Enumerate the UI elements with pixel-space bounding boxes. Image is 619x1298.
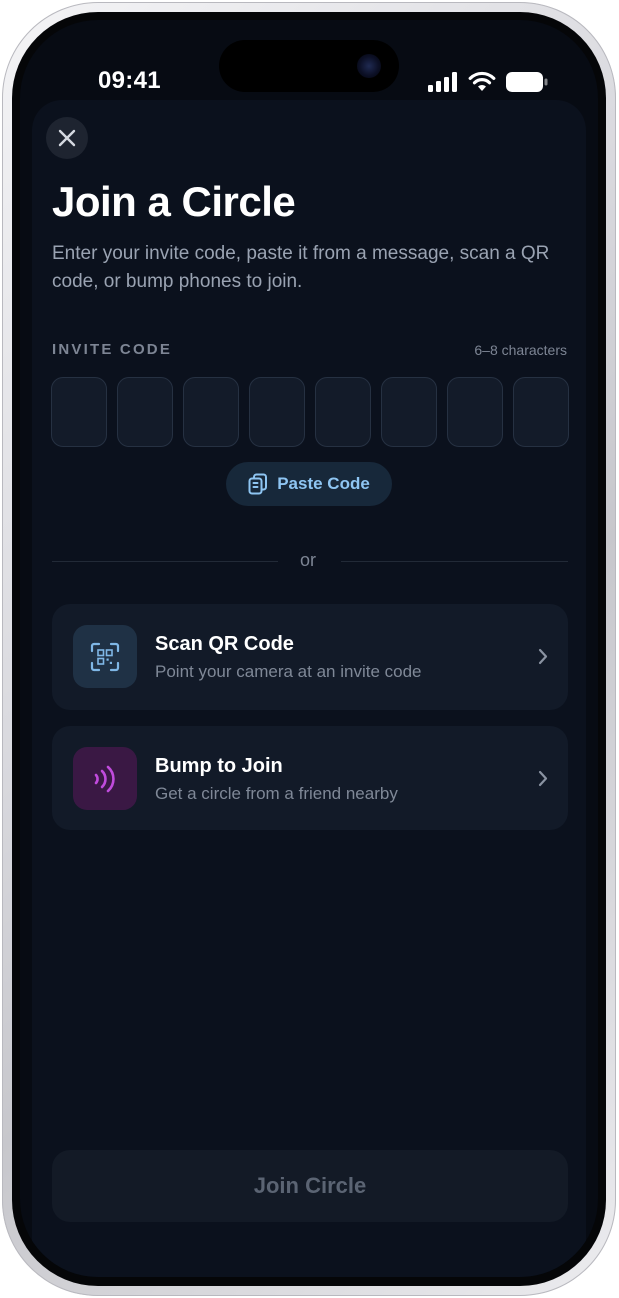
- close-icon: [58, 129, 76, 147]
- divider-or: or: [300, 550, 317, 570]
- divider-line-left: [52, 561, 278, 562]
- clipboard-icon: [248, 473, 268, 495]
- battery-icon: [506, 71, 548, 92]
- close-button[interactable]: [46, 117, 88, 159]
- paste-code-button[interactable]: Paste Code: [226, 462, 392, 506]
- paste-code-label: Paste Code: [277, 474, 370, 493]
- dynamic-island: [219, 40, 399, 92]
- invite-code-label: INVITE CODE: [52, 341, 173, 358]
- code-char-box[interactable]: [249, 377, 305, 447]
- nfc-waves-icon: [94, 765, 115, 792]
- invite-code-input[interactable]: [51, 377, 569, 447]
- code-char-box[interactable]: [447, 377, 503, 447]
- code-char-box[interactable]: [513, 377, 569, 447]
- code-char-box[interactable]: [183, 377, 239, 447]
- chevron-right-icon: [538, 648, 548, 665]
- code-char-box[interactable]: [315, 377, 371, 447]
- status-icons: [428, 71, 548, 92]
- page-title: Join a Circle: [52, 178, 296, 225]
- bump-to-join-title: Bump to Join: [155, 755, 283, 777]
- wifi-icon: [468, 71, 496, 91]
- invite-code-hint: 6–8 characters: [474, 342, 567, 358]
- cellular-signal-icon: [428, 71, 457, 92]
- join-circle-button[interactable]: Join Circle: [52, 1150, 568, 1222]
- scan-qr-option[interactable]: Scan QR Code Point your camera at an inv…: [52, 604, 568, 710]
- bump-to-join-option[interactable]: Bump to Join Get a circle from a friend …: [52, 726, 568, 830]
- camera-lens-icon: [357, 54, 381, 78]
- code-char-box[interactable]: [117, 377, 173, 447]
- divider-line-right: [341, 561, 568, 562]
- scan-qr-subtitle: Point your camera at an invite code: [155, 662, 422, 681]
- code-char-box[interactable]: [381, 377, 437, 447]
- join-circle-label: Join Circle: [253, 1173, 367, 1198]
- qr-scan-icon: [90, 642, 120, 671]
- scan-qr-title: Scan QR Code: [155, 633, 294, 655]
- bump-to-join-subtitle: Get a circle from a friend nearby: [155, 784, 398, 803]
- screen: 09:41 Join a Circle Enter your invite co…: [20, 20, 598, 1277]
- status-time: 09:41: [98, 67, 161, 94]
- nfc-waves-icon-tile: [73, 747, 137, 810]
- page-subtitle: Enter your invite code, paste it from a …: [52, 243, 550, 292]
- code-char-box[interactable]: [51, 377, 107, 447]
- chevron-right-icon: [538, 770, 548, 787]
- qr-scan-icon-tile: [73, 625, 137, 688]
